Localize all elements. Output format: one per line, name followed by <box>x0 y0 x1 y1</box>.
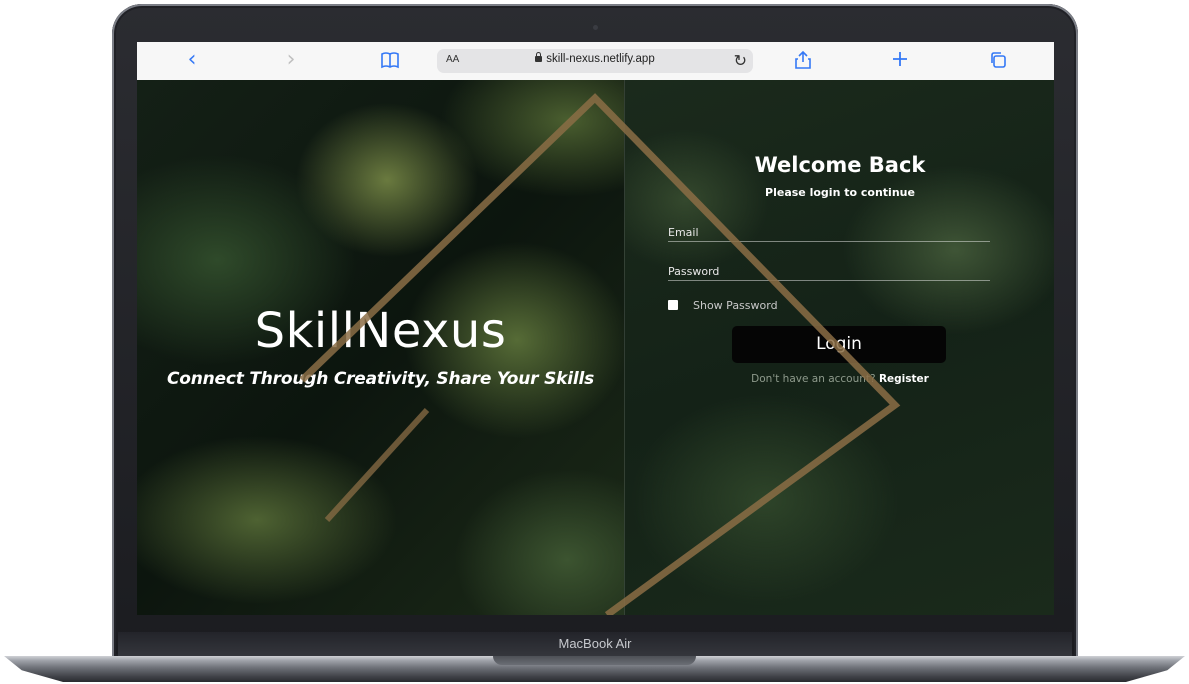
login-button[interactable]: Login <box>732 326 946 363</box>
register-prompt: Don't have an account? Register <box>625 373 1054 385</box>
share-icon[interactable] <box>791 50 815 72</box>
password-input[interactable] <box>668 262 990 281</box>
address-bar[interactable]: AA skill-nexus.netlify.app ↻ <box>437 49 753 73</box>
new-tab-icon[interactable] <box>888 50 912 72</box>
email-input[interactable] <box>668 223 990 242</box>
email-field <box>668 221 990 242</box>
show-password-label: Show Password <box>693 298 778 312</box>
tabs-icon[interactable] <box>986 51 1010 73</box>
browser-toolbar: ‹ › AA skill-nexus.netlify.app ↻ <box>137 42 1054 81</box>
brand-title: SkillNexus <box>254 303 507 359</box>
login-panel: Welcome Back Please login to continue Sh… <box>624 80 1054 615</box>
login-subtitle: Please login to continue <box>765 186 915 199</box>
register-prompt-text: Don't have an account? <box>751 373 876 385</box>
bookmarks-icon[interactable] <box>378 51 402 73</box>
lock-icon <box>535 52 543 62</box>
url-text: skill-nexus.netlify.app <box>546 53 655 65</box>
screen: ‹ › AA skill-nexus.netlify.app ↻ SkillNe… <box>137 42 1054 615</box>
register-link[interactable]: Register <box>879 373 929 385</box>
password-field <box>668 260 990 281</box>
show-password-toggle[interactable]: Show Password <box>668 298 778 312</box>
reload-icon[interactable]: ↻ <box>734 51 747 70</box>
brand-tagline: Connect Through Creativity, Share Your S… <box>166 369 595 389</box>
laptop-notch <box>493 656 696 665</box>
camera <box>593 25 598 30</box>
back-icon[interactable]: ‹ <box>180 49 204 72</box>
laptop-chin: MacBook Air <box>118 632 1072 656</box>
show-password-checkbox[interactable] <box>668 300 678 310</box>
model-label: MacBook Air <box>558 636 632 651</box>
hero-panel: SkillNexus Connect Through Creativity, S… <box>137 80 624 615</box>
login-title: Welcome Back <box>754 153 926 177</box>
forward-icon[interactable]: › <box>279 49 303 72</box>
